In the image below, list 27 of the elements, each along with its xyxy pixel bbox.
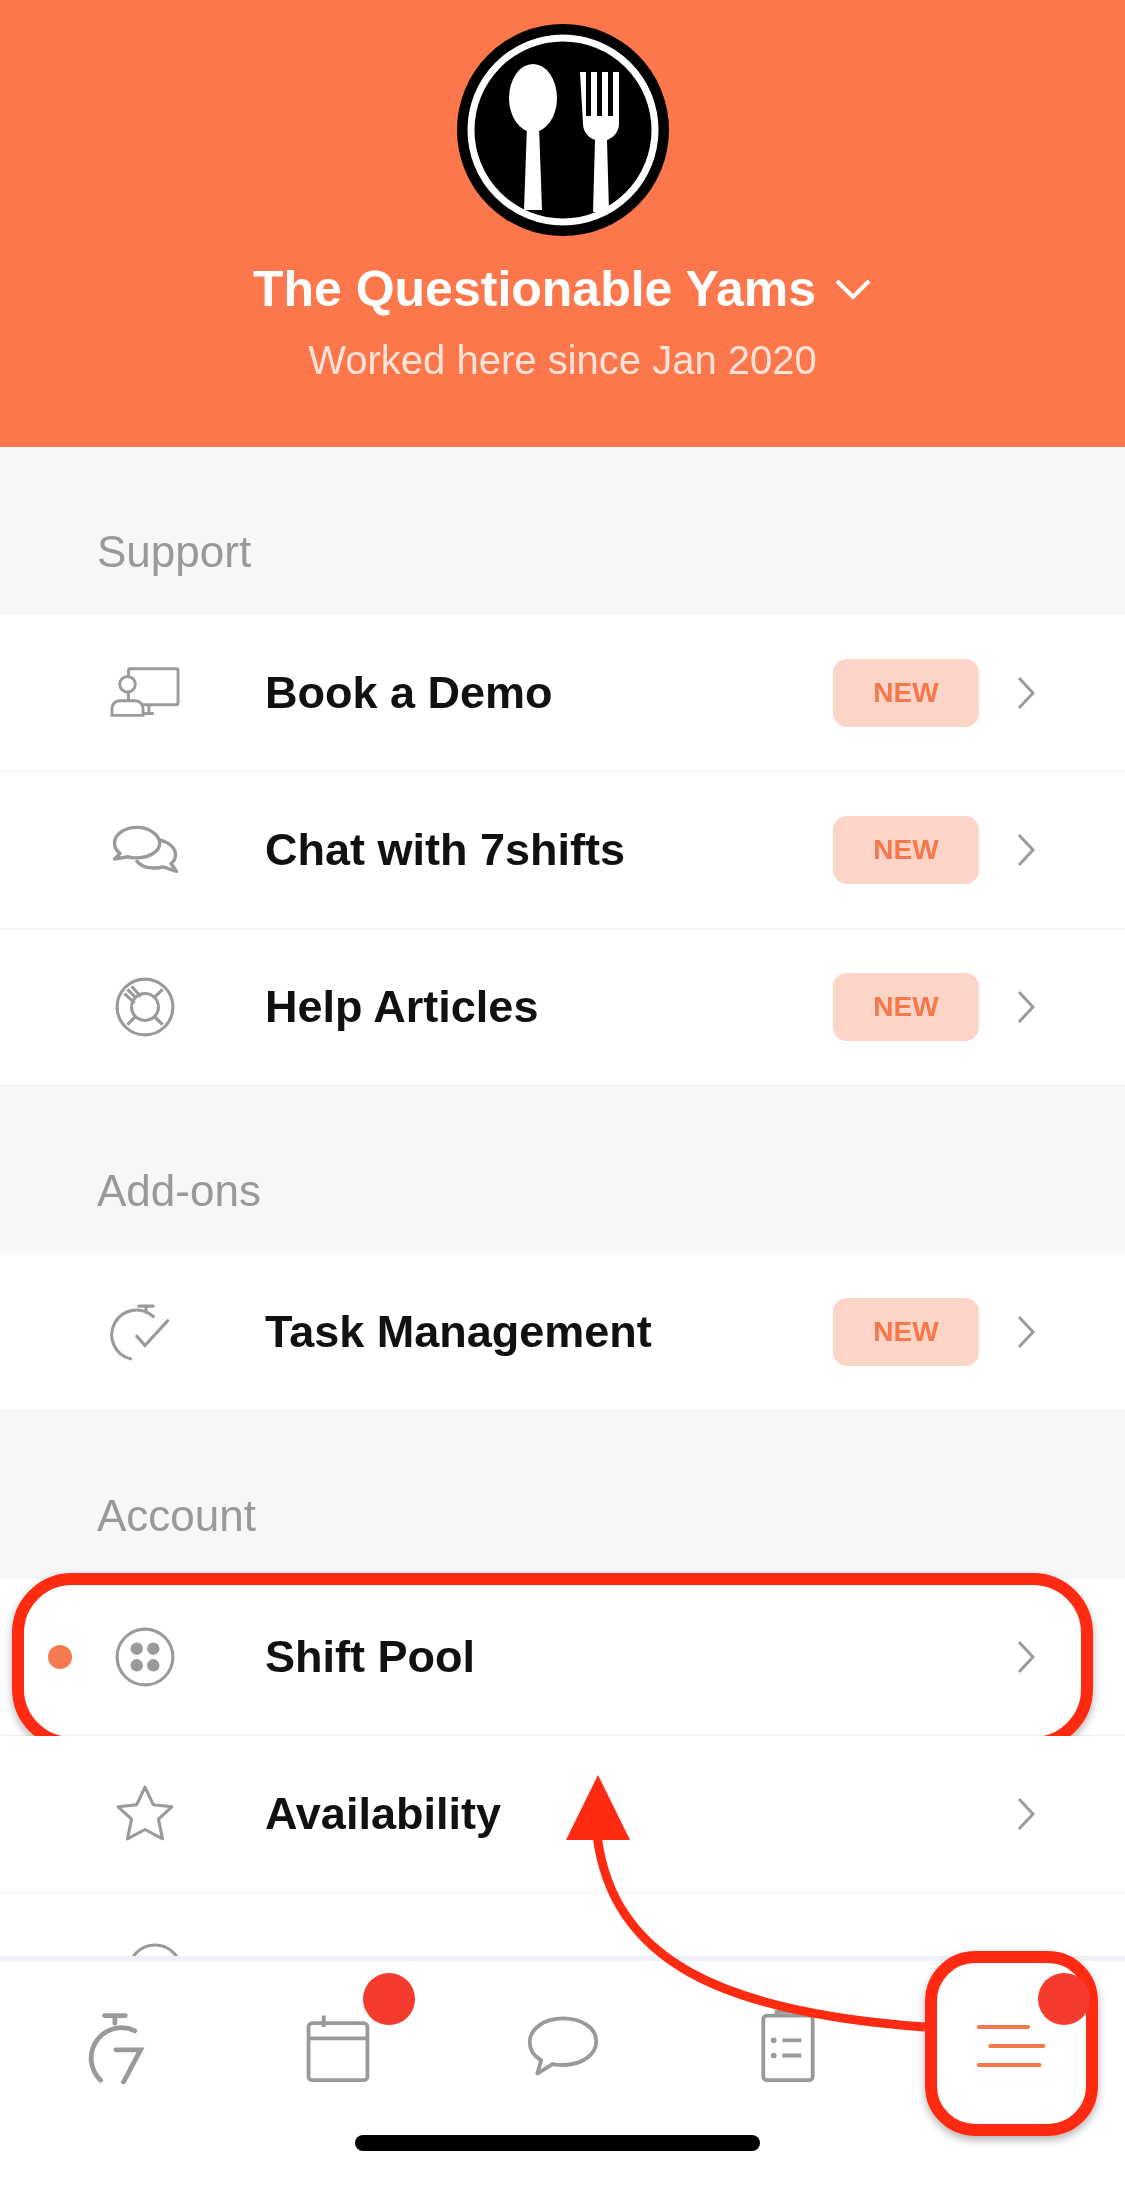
chevron-right-icon bbox=[1017, 1640, 1035, 1674]
section-title: Account bbox=[97, 1491, 256, 1541]
section-title: Add-ons bbox=[97, 1166, 261, 1216]
menu-item-label: Chat with 7shifts bbox=[265, 824, 627, 876]
chevron-right-icon bbox=[1017, 833, 1035, 867]
new-badge: NEW bbox=[833, 1298, 979, 1366]
chevron-right-icon bbox=[1017, 1797, 1035, 1831]
chevron-right-icon bbox=[1017, 990, 1035, 1024]
caret-icon bbox=[834, 278, 873, 300]
menu-item[interactable]: Chat with 7shifts NEW bbox=[0, 772, 1125, 929]
menu-item[interactable]: Task Management NEW bbox=[0, 1254, 1125, 1411]
menu-item[interactable]: Shift Pool bbox=[0, 1579, 1125, 1736]
menu-item[interactable]: Book a Demo NEW bbox=[0, 615, 1125, 772]
new-badge: NEW bbox=[833, 816, 979, 884]
tenure-text: Worked here since Jan 2020 bbox=[308, 338, 817, 383]
new-badge: NEW bbox=[833, 973, 979, 1041]
menu-item-label: Availability bbox=[265, 1788, 502, 1840]
section-title: Support bbox=[97, 527, 252, 577]
chevron-right-icon bbox=[1017, 1315, 1035, 1349]
chevron-right-icon bbox=[1017, 676, 1035, 710]
new-badge: NEW bbox=[833, 659, 979, 727]
menu-item-label: Help Articles bbox=[265, 981, 540, 1033]
menu-item[interactable]: Availability bbox=[0, 1736, 1125, 1893]
menu-item-label: Task Management bbox=[265, 1306, 653, 1358]
menu-item[interactable]: Help Articles NEW bbox=[0, 929, 1125, 1086]
menu-item-label: Book a Demo bbox=[265, 667, 554, 719]
menu-item-label: Shift Pool bbox=[265, 1631, 476, 1683]
